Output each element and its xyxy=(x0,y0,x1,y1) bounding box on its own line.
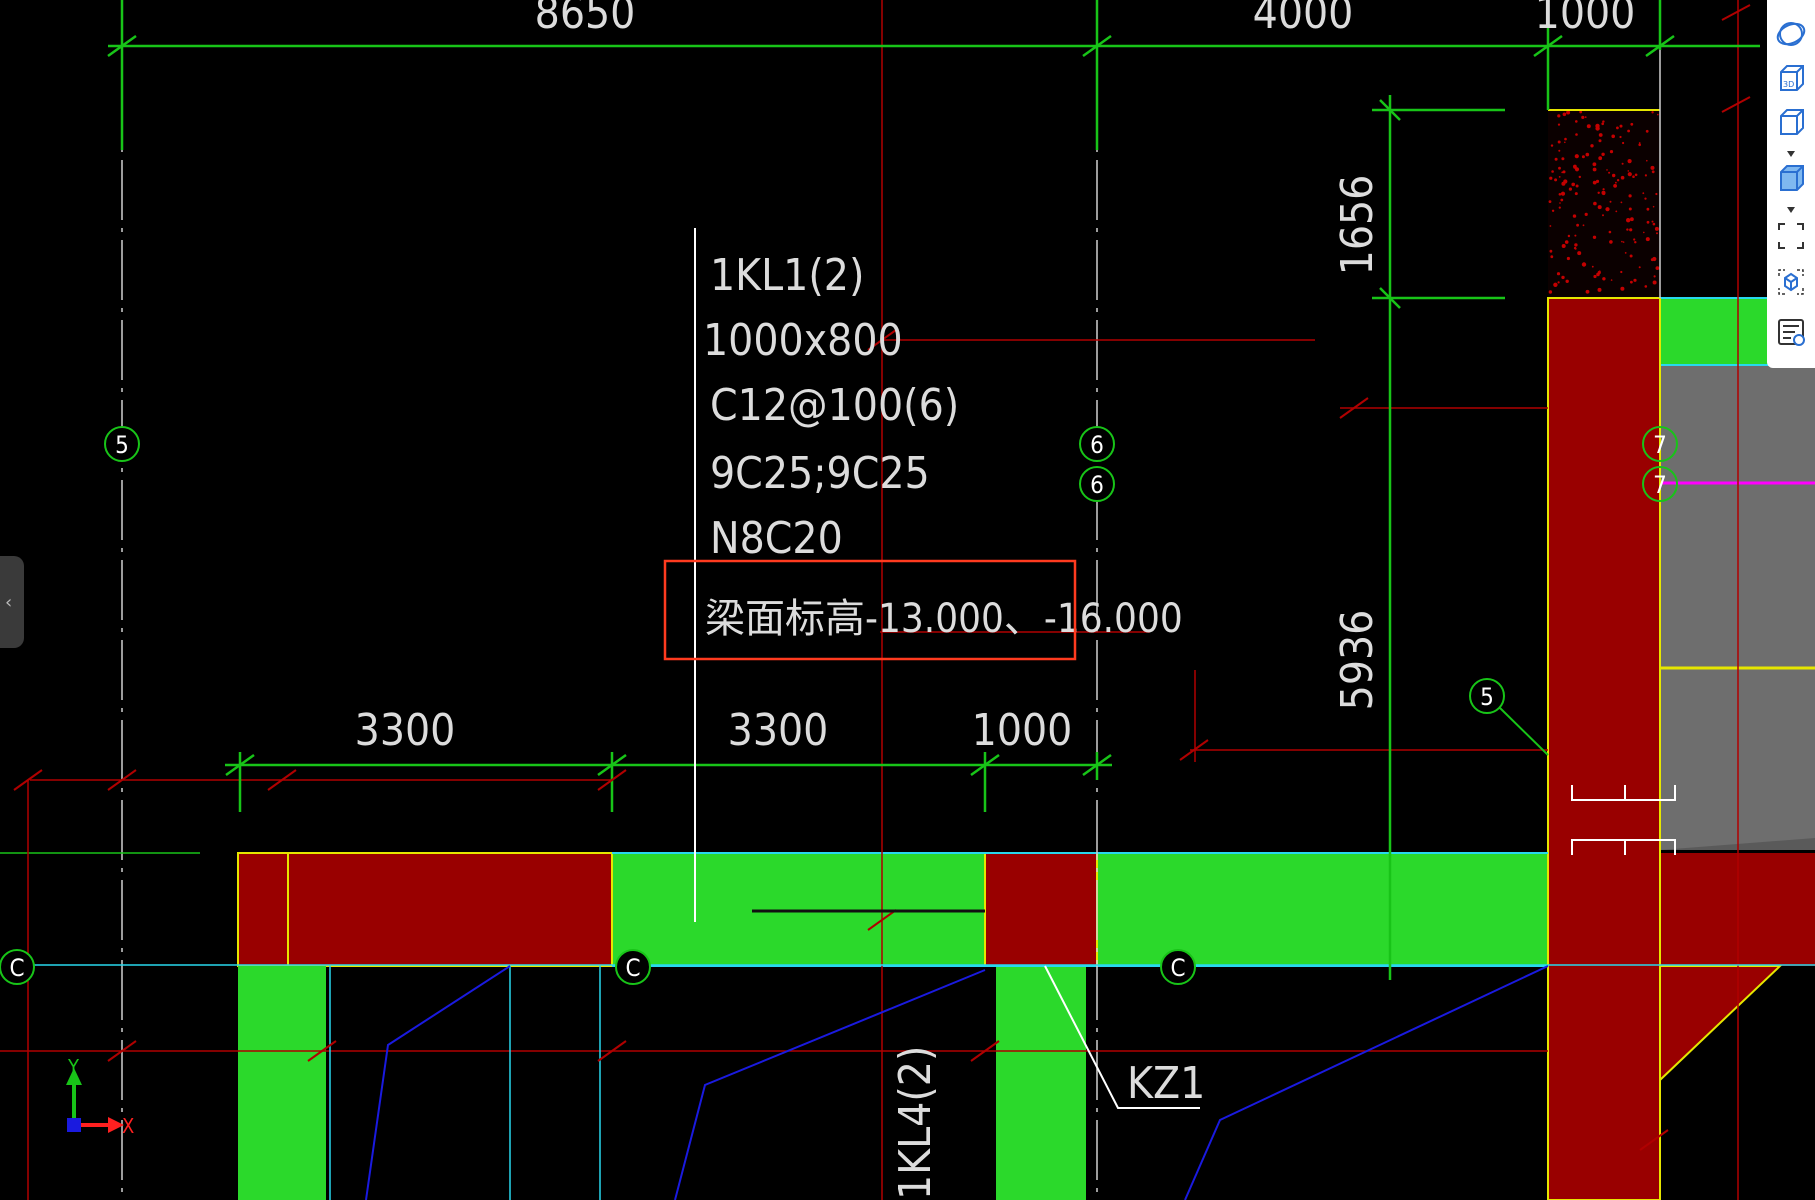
axis-bubble-6b: 6 xyxy=(1079,466,1115,502)
axis-bubble-5: 5 xyxy=(104,426,140,462)
chevron-down-icon[interactable] xyxy=(1781,144,1801,157)
blue-lines xyxy=(365,965,1549,1200)
ucs-icon: Y X xyxy=(66,1055,134,1138)
axis-bubble-5-small: 5 xyxy=(1469,678,1505,714)
dim-top-1000: 1000 xyxy=(1535,0,1636,39)
properties-list-icon[interactable] xyxy=(1773,314,1809,350)
svg-text:5: 5 xyxy=(1480,683,1494,711)
chevron-left-icon: ‹ xyxy=(5,592,13,613)
svg-text:C: C xyxy=(625,954,640,982)
dim-bottom-1000: 1000 xyxy=(972,705,1073,756)
beam-down-left xyxy=(238,966,326,1200)
brace xyxy=(1659,965,1783,1083)
dim-top-4000: 4000 xyxy=(1253,0,1354,39)
column-label-kz1: KZ1 xyxy=(1127,1058,1205,1109)
beam-longitudinal: 9C25;9C25 xyxy=(710,448,930,499)
svg-text:X: X xyxy=(122,1114,134,1138)
svg-text:C: C xyxy=(1170,954,1185,982)
side-panel-toggle[interactable]: ‹ xyxy=(0,556,24,648)
svg-text:7: 7 xyxy=(1653,471,1667,499)
beam-side-bars: N8C20 xyxy=(710,513,843,564)
beam-and-column-fills xyxy=(237,110,1815,1200)
view-3d-icon[interactable]: 3D xyxy=(1773,60,1809,96)
svg-text:5: 5 xyxy=(115,431,129,459)
beam-name: 1KL1(2) xyxy=(710,250,864,301)
column-kz1 xyxy=(984,852,1098,967)
dim-right-5936: 5936 xyxy=(1332,610,1383,711)
axis-bubble-c1: C xyxy=(0,949,35,985)
model-box-icon[interactable] xyxy=(1773,264,1809,300)
svg-text:C: C xyxy=(9,954,24,982)
svg-text:6: 6 xyxy=(1090,471,1104,499)
axis-bubble-c3: C xyxy=(1160,949,1196,985)
beam-label-1kl4: 1KL4(2) xyxy=(890,1046,941,1200)
axis-bubble-c2: C xyxy=(615,949,651,985)
fullscreen-icon[interactable] xyxy=(1773,218,1809,254)
view-toolbar: 3D xyxy=(1767,0,1815,368)
chevron-down-icon[interactable] xyxy=(1781,200,1801,213)
svg-text:Y: Y xyxy=(67,1055,80,1079)
column-left xyxy=(237,852,613,967)
svg-text:3D: 3D xyxy=(1783,80,1794,89)
beam-section: 1000x800 xyxy=(703,315,903,366)
cube-view-icon[interactable] xyxy=(1773,104,1809,140)
dim-bottom-3300a: 3300 xyxy=(355,705,456,756)
svg-text:7: 7 xyxy=(1653,431,1667,459)
beam-down-center xyxy=(996,966,1086,1200)
beam-stirrup: C12@100(6) xyxy=(710,380,959,431)
dim-right-1656: 1656 xyxy=(1332,175,1383,276)
axis-bubble-6a: 6 xyxy=(1079,426,1115,462)
dim-bottom-3300b: 3300 xyxy=(728,705,829,756)
column-right xyxy=(1547,297,1661,1200)
cad-drawing-canvas[interactable]: 8650 4000 1000 3300 3300 1000 1656 5936 … xyxy=(0,0,1815,1200)
beam-elevation: 梁面标高-13.000、-16.000 xyxy=(705,596,1183,642)
dimension-lines xyxy=(108,0,1760,980)
dim-top-8650: 8650 xyxy=(535,0,636,39)
orbit-icon[interactable] xyxy=(1773,16,1809,52)
svg-text:6: 6 xyxy=(1090,431,1104,459)
cube-shaded-icon[interactable] xyxy=(1773,160,1809,196)
